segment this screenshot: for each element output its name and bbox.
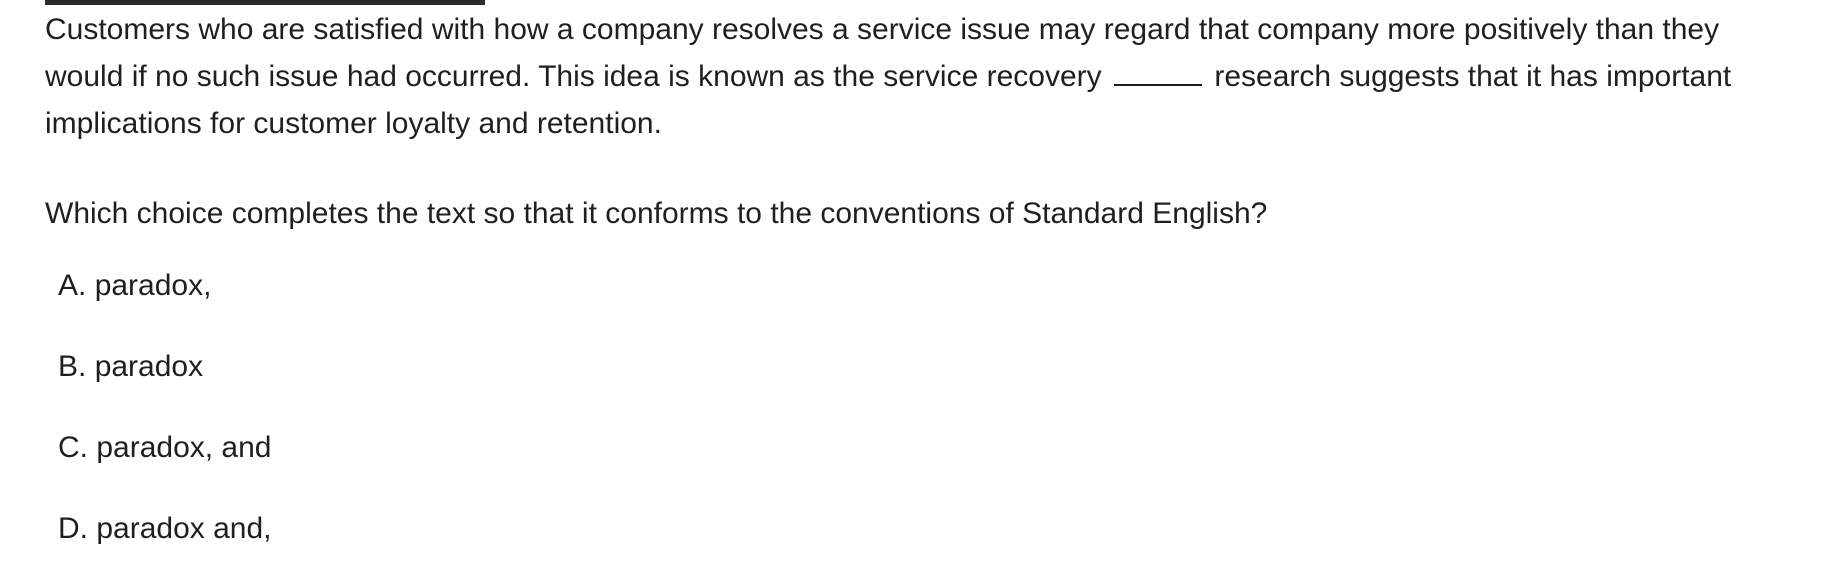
question-prompt: Which choice completes the text so that …	[45, 197, 1268, 230]
answer-choices-list: Aparadox, Bparadox Cparadox, and Dparado…	[58, 262, 271, 586]
choice-a[interactable]: Aparadox,	[58, 262, 271, 343]
question-passage: Customers who are satisfied with how a c…	[45, 6, 1805, 147]
choice-c-letter: C	[58, 431, 96, 464]
choice-c-text: paradox, and	[96, 431, 272, 464]
choice-b-text: paradox	[94, 350, 204, 383]
choice-b-letter: B	[58, 350, 95, 383]
header-divider-bar	[45, 0, 485, 5]
choice-d-letter: D	[58, 512, 96, 545]
choice-c[interactable]: Cparadox, and	[58, 424, 271, 505]
answer-blank	[1113, 58, 1202, 86]
choice-d-text: paradox and,	[96, 512, 272, 545]
choice-a-text: paradox,	[94, 269, 212, 302]
choice-d[interactable]: Dparadox and,	[58, 505, 271, 586]
choice-a-letter: A	[58, 269, 95, 302]
choice-b[interactable]: Bparadox	[58, 343, 271, 424]
